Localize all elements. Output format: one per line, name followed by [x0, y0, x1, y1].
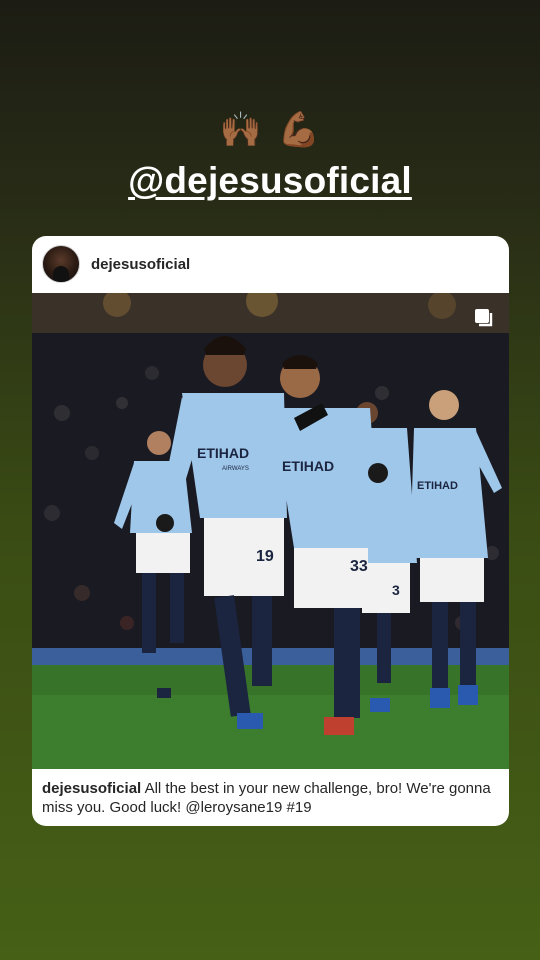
post-username[interactable]: dejesusoficial: [91, 256, 190, 273]
svg-text:3: 3: [392, 582, 400, 598]
raised-hands-icon: 🙌🏾: [219, 111, 263, 149]
svg-text:AIRWAYS: AIRWAYS: [222, 466, 249, 472]
svg-text:ETIHAD: ETIHAD: [282, 458, 334, 474]
story-mention[interactable]: @dejesusoficial: [0, 160, 540, 202]
svg-text:ETIHAD: ETIHAD: [197, 445, 249, 461]
flexed-biceps-icon: 💪🏾: [277, 111, 321, 149]
post-header: dejesusoficial: [32, 236, 509, 292]
story-emojis: 🙌🏾 💪🏾: [0, 108, 540, 152]
svg-text:19: 19: [256, 548, 274, 565]
caption-username[interactable]: dejesusoficial: [42, 780, 141, 797]
svg-text:ETIHAD: ETIHAD: [417, 480, 458, 492]
svg-text:33: 33: [350, 558, 368, 575]
carousel-icon: [475, 309, 493, 327]
avatar[interactable]: [42, 245, 80, 283]
post-caption: dejesusoficial All the best in your new …: [42, 779, 497, 817]
shared-post-card[interactable]: dejesusoficial ETIHAD 3 ETIHAD AIRWAYS 1…: [32, 236, 509, 826]
football-celebration-photo: ETIHAD 3 ETIHAD AIRWAYS 19 ETIHAD 33: [32, 293, 509, 769]
mention-link[interactable]: @dejesusoficial: [128, 160, 412, 201]
post-photo[interactable]: ETIHAD 3 ETIHAD AIRWAYS 19 ETIHAD 33: [32, 293, 509, 769]
